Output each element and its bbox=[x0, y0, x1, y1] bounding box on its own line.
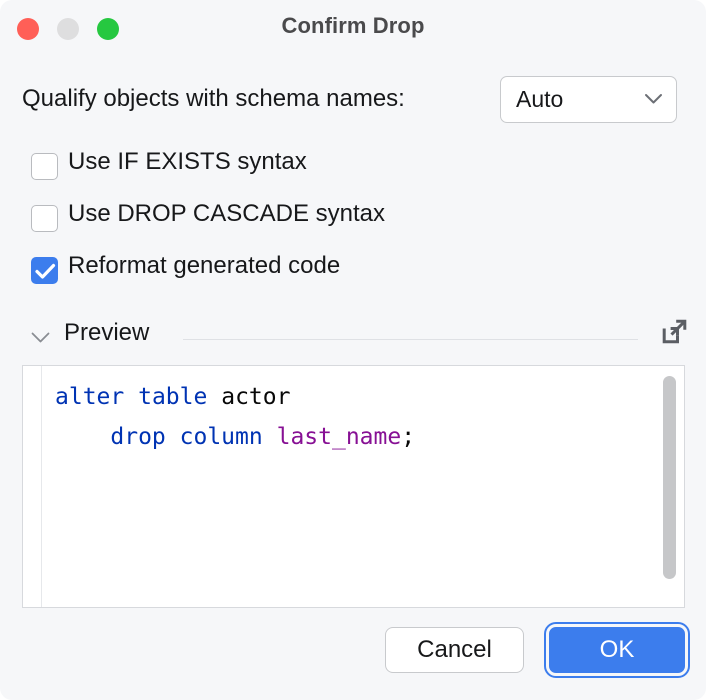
code-token: table bbox=[138, 384, 207, 410]
code-token bbox=[263, 424, 277, 450]
editor-gutter bbox=[23, 366, 42, 607]
code-token: column bbox=[180, 424, 263, 450]
chevron-down-icon bbox=[644, 93, 663, 105]
code-token: last_name bbox=[277, 424, 402, 450]
ok-button-focus-ring: OK bbox=[544, 622, 690, 678]
preview-title: Preview bbox=[64, 319, 149, 347]
open-in-new-window-icon[interactable] bbox=[661, 319, 687, 345]
qualify-objects-select-value: Auto bbox=[516, 86, 563, 113]
preview-section-header: Preview bbox=[0, 322, 706, 354]
ok-button[interactable]: OK bbox=[549, 627, 685, 673]
code-token bbox=[55, 424, 110, 450]
code-token bbox=[124, 384, 138, 410]
qualify-objects-row: Qualify objects with schema names: Auto bbox=[0, 76, 706, 126]
confirm-drop-dialog: Confirm Drop Qualify objects with schema… bbox=[0, 0, 706, 700]
option-label: Use IF EXISTS syntax bbox=[68, 148, 307, 176]
sql-preview-code[interactable]: alter table actor drop column last_name; bbox=[42, 366, 684, 607]
option-label: Use DROP CASCADE syntax bbox=[68, 200, 385, 228]
checkbox-use-drop-cascade[interactable] bbox=[31, 205, 58, 232]
window-title: Confirm Drop bbox=[0, 13, 706, 39]
option-reformat-generated-code[interactable]: Reformat generated code bbox=[0, 250, 31, 302]
options-group: Use IF EXISTS syntax Use DROP CASCADE sy… bbox=[0, 146, 31, 302]
editor-vertical-scrollbar[interactable] bbox=[663, 376, 676, 589]
option-use-if-exists[interactable]: Use IF EXISTS syntax bbox=[0, 146, 31, 198]
preview-divider bbox=[183, 339, 638, 340]
sql-preview-editor[interactable]: alter table actor drop column last_name; bbox=[22, 365, 685, 608]
qualify-objects-label: Qualify objects with schema names: bbox=[22, 85, 405, 113]
dialog-footer: Cancel OK bbox=[0, 618, 706, 690]
title-bar: Confirm Drop bbox=[0, 0, 706, 56]
checkbox-use-if-exists[interactable] bbox=[31, 153, 58, 180]
code-token: drop bbox=[110, 424, 165, 450]
cancel-button[interactable]: Cancel bbox=[385, 627, 524, 673]
option-use-drop-cascade[interactable]: Use DROP CASCADE syntax bbox=[0, 198, 31, 250]
code-token: actor bbox=[221, 384, 290, 410]
code-token: alter bbox=[55, 384, 124, 410]
chevron-down-icon[interactable] bbox=[30, 331, 51, 344]
qualify-objects-select[interactable]: Auto bbox=[500, 76, 677, 123]
scrollbar-thumb[interactable] bbox=[663, 376, 676, 579]
code-token: ; bbox=[401, 424, 415, 450]
checkbox-reformat-generated-code[interactable] bbox=[31, 257, 58, 284]
code-token bbox=[166, 424, 180, 450]
code-token bbox=[207, 384, 221, 410]
option-label: Reformat generated code bbox=[68, 252, 340, 280]
